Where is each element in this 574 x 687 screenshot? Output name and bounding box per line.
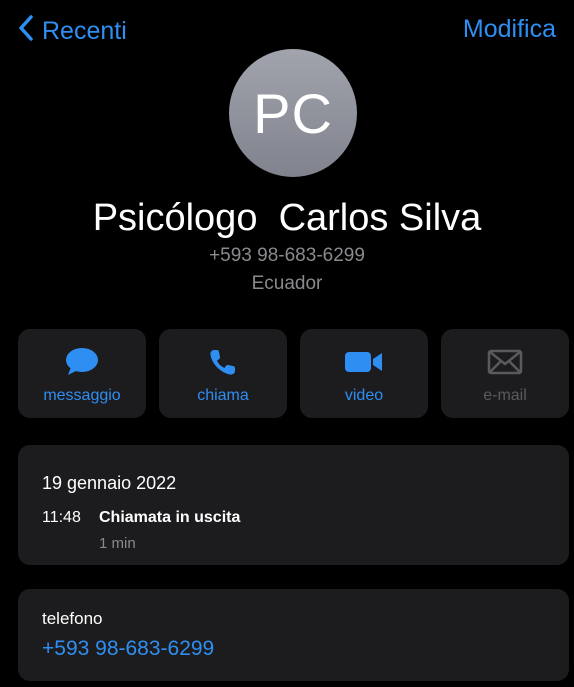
phone-field-label: telefono — [42, 609, 103, 628]
video-icon — [344, 347, 384, 377]
contact-phone-subtitle: +593 98-683-6299 — [209, 245, 365, 266]
avatar-initials: PC — [253, 81, 333, 145]
phone-field-value[interactable]: +593 98-683-6299 — [42, 637, 214, 661]
message-icon — [64, 347, 100, 377]
back-label: Recenti — [42, 17, 127, 45]
edit-button[interactable]: Modifica — [463, 15, 556, 44]
email-label: e-mail — [483, 387, 527, 404]
call-button[interactable]: chiama — [159, 329, 287, 418]
history-date: 19 gennaio 2022 — [42, 473, 177, 493]
phone-field-card[interactable]: telefono +593 98-683-6299 — [18, 589, 569, 681]
action-buttons: messaggio chiama video e-mail — [18, 329, 569, 418]
history-call-type: Chiamata in uscita — [99, 509, 241, 526]
message-button[interactable]: messaggio — [18, 329, 146, 418]
email-button[interactable]: e-mail — [441, 329, 569, 418]
mail-icon — [487, 347, 523, 377]
chevron-left-icon — [18, 14, 42, 49]
history-time: 11:48 — [42, 509, 81, 526]
call-history-card: 19 gennaio 2022 11:48 Chiamata in uscita… — [18, 445, 569, 565]
history-duration: 1 min — [99, 535, 136, 552]
video-button[interactable]: video — [300, 329, 428, 418]
back-button[interactable]: Recenti — [18, 14, 127, 49]
contact-country: Ecuador — [251, 273, 323, 294]
message-label: messaggio — [43, 387, 121, 404]
video-label: video — [344, 387, 384, 404]
phone-icon — [208, 347, 238, 377]
avatar: PC — [229, 49, 357, 177]
contact-name: Psicólogo Carlos Silva — [92, 197, 482, 239]
call-label: chiama — [197, 387, 249, 404]
